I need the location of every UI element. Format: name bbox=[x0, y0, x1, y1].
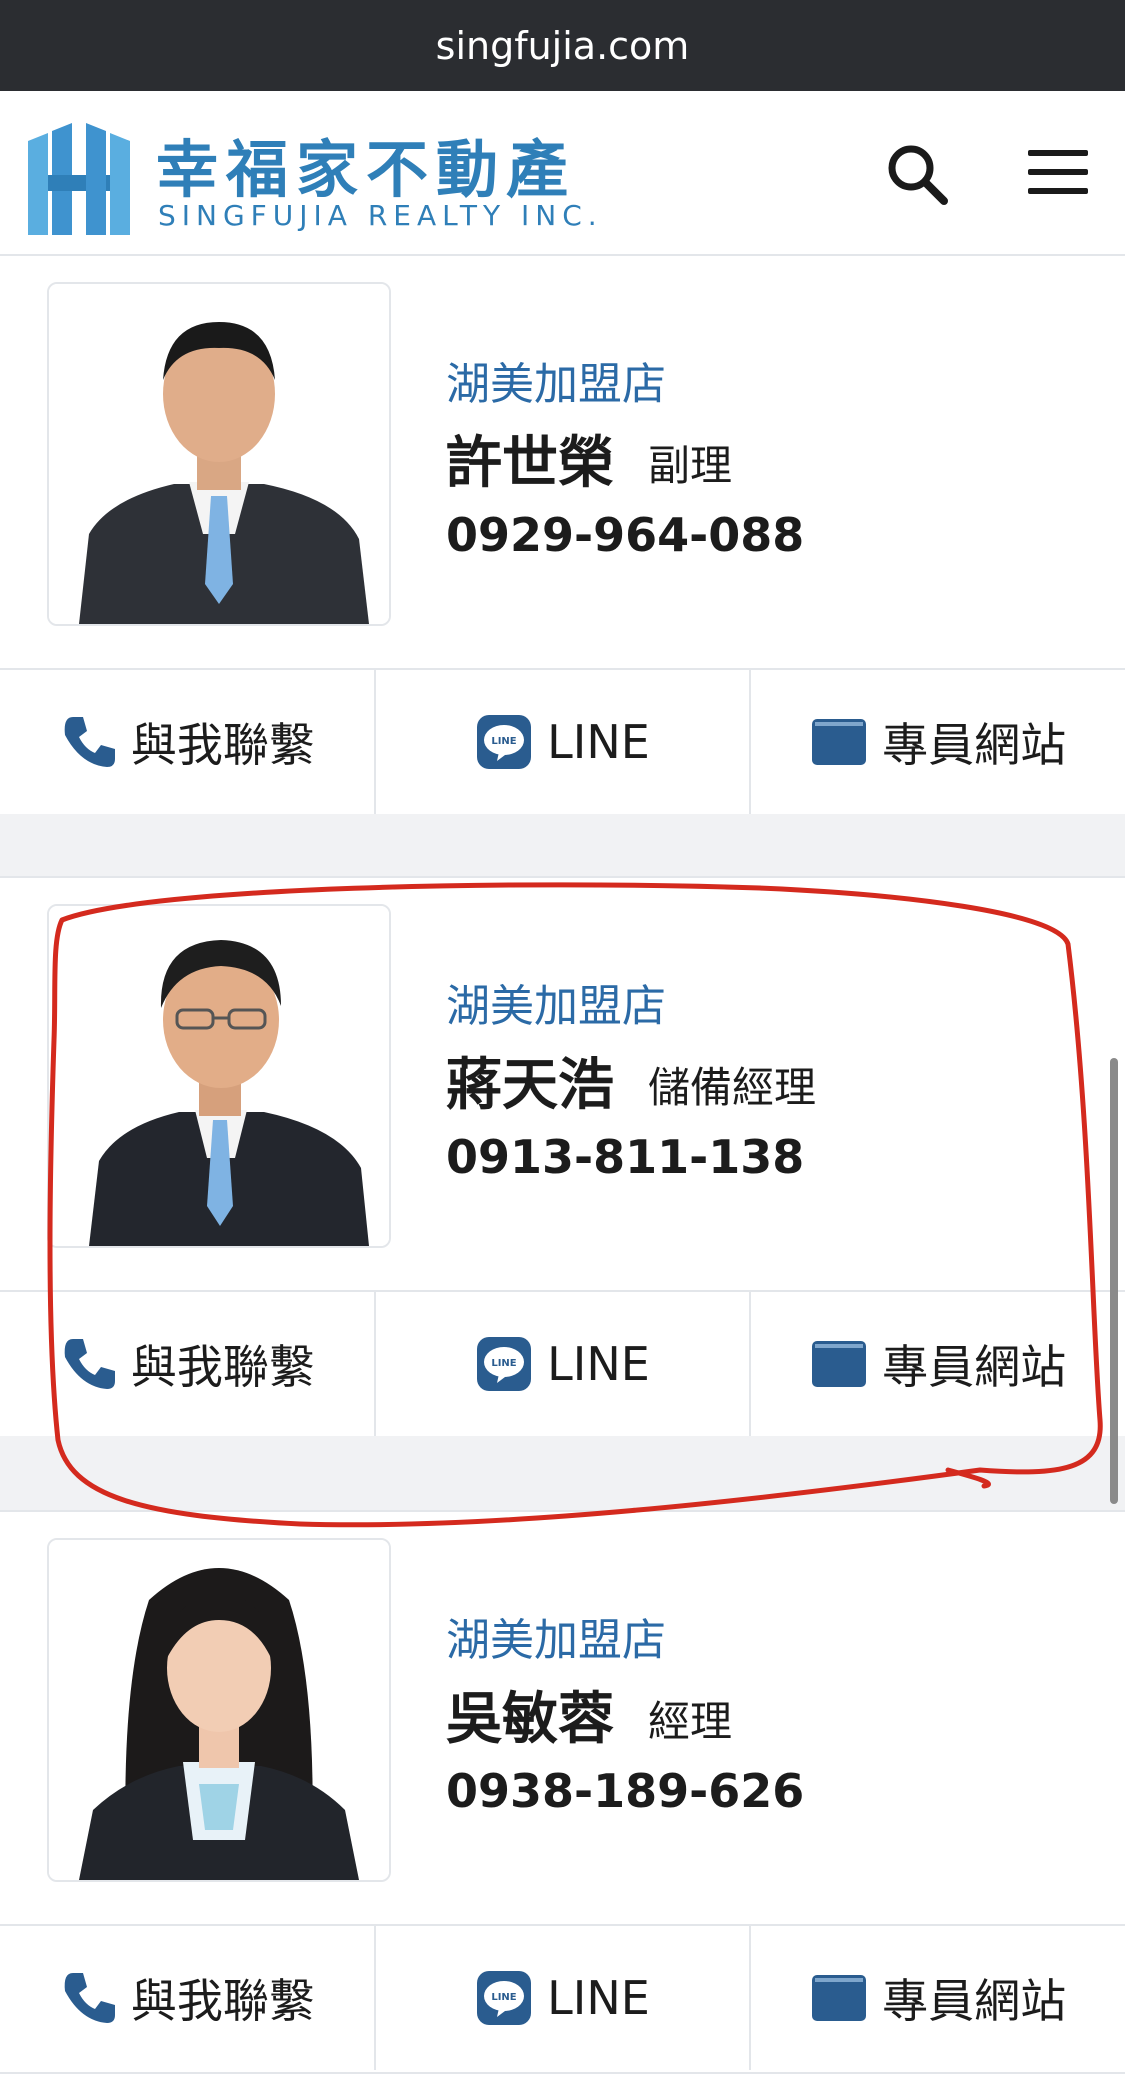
agent-store: 湖美加盟店 bbox=[446, 1615, 666, 1666]
agent-phone[interactable]: 0929-964-088 bbox=[446, 508, 804, 562]
line-button[interactable]: LINE LINE bbox=[376, 1926, 752, 2070]
agent-actions: 與我聯繫 LINE LINE 專員網站 bbox=[0, 668, 1125, 814]
line-icon: LINE bbox=[477, 1971, 532, 2025]
agent-phone[interactable]: 0913-811-138 bbox=[446, 1130, 804, 1184]
agent-photo bbox=[47, 282, 391, 626]
site-header: 幸福家不動產 SINGFUJIA REALTY INC. bbox=[0, 91, 1125, 261]
svg-text:LINE: LINE bbox=[492, 1358, 517, 1369]
agent-title: 經理 bbox=[648, 1697, 733, 1746]
card-separator bbox=[0, 1436, 1125, 1512]
logo-icon bbox=[28, 123, 130, 235]
contact-me-label: 與我聯繫 bbox=[130, 1974, 315, 2028]
line-button[interactable]: LINE LINE bbox=[376, 1292, 752, 1436]
agent-name: 吳敏蓉 bbox=[446, 1687, 614, 1752]
logo-chinese-name: 幸福家不動產 bbox=[156, 133, 577, 206]
agent-photo bbox=[47, 1538, 391, 1882]
agent-photo bbox=[47, 904, 391, 1248]
line-button[interactable]: LINE LINE bbox=[376, 670, 752, 814]
contact-me-button[interactable]: 與我聯繫 bbox=[0, 1292, 376, 1436]
browser-url-bar[interactable]: singfujia.com bbox=[0, 0, 1125, 91]
hamburger-menu-icon[interactable] bbox=[1028, 147, 1088, 197]
search-icon[interactable] bbox=[884, 141, 950, 207]
line-label: LINE bbox=[547, 715, 650, 769]
agent-website-label: 專員網站 bbox=[882, 1974, 1067, 2028]
card-separator bbox=[0, 814, 1125, 878]
phone-icon bbox=[64, 1339, 115, 1389]
agent-card: 湖美加盟店 蔣天浩 儲備經理 0913-811-138 與我聯繫 LINE LI… bbox=[0, 876, 1125, 1440]
agent-store: 湖美加盟店 bbox=[446, 359, 666, 410]
scrollbar[interactable] bbox=[1110, 1058, 1118, 1504]
agent-card: 湖美加盟店 許世榮 副理 0929-964-088 與我聯繫 LINE LINE… bbox=[0, 254, 1125, 818]
phone-icon bbox=[64, 1973, 115, 2023]
contact-me-label: 與我聯繫 bbox=[130, 1340, 315, 1394]
agent-title: 副理 bbox=[648, 441, 733, 490]
line-icon: LINE bbox=[477, 1337, 532, 1391]
line-icon: LINE bbox=[477, 715, 532, 769]
agent-website-button[interactable]: 專員網站 bbox=[751, 670, 1125, 814]
agent-actions: 與我聯繫 LINE LINE 專員網站 bbox=[0, 1924, 1125, 2070]
agent-actions: 與我聯繫 LINE LINE 專員網站 bbox=[0, 1290, 1125, 1436]
website-icon bbox=[812, 1975, 867, 2021]
agent-website-label: 專員網站 bbox=[882, 1340, 1067, 1394]
contact-me-label: 與我聯繫 bbox=[130, 718, 315, 772]
line-label: LINE bbox=[547, 1337, 650, 1391]
agent-website-label: 專員網站 bbox=[882, 718, 1067, 772]
logo-english-name: SINGFUJIA REALTY INC. bbox=[158, 199, 603, 232]
svg-text:LINE: LINE bbox=[492, 1992, 517, 2003]
contact-me-button[interactable]: 與我聯繫 bbox=[0, 1926, 376, 2070]
website-icon bbox=[812, 719, 867, 765]
url-text: singfujia.com bbox=[435, 23, 690, 68]
agent-store: 湖美加盟店 bbox=[446, 981, 666, 1032]
agent-name: 許世榮 bbox=[446, 431, 614, 496]
agent-title: 儲備經理 bbox=[648, 1063, 817, 1112]
agent-phone[interactable]: 0938-189-626 bbox=[446, 1764, 804, 1818]
svg-text:LINE: LINE bbox=[492, 736, 517, 747]
contact-me-button[interactable]: 與我聯繫 bbox=[0, 670, 376, 814]
agent-website-button[interactable]: 專員網站 bbox=[751, 1926, 1125, 2070]
phone-icon bbox=[64, 717, 115, 767]
line-label: LINE bbox=[547, 1971, 650, 2025]
agent-website-button[interactable]: 專員網站 bbox=[751, 1292, 1125, 1436]
agent-card: 湖美加盟店 吳敏蓉 經理 0938-189-626 與我聯繫 LINE LINE… bbox=[0, 1510, 1125, 2074]
website-icon bbox=[812, 1341, 867, 1387]
agent-name: 蔣天浩 bbox=[446, 1053, 614, 1118]
